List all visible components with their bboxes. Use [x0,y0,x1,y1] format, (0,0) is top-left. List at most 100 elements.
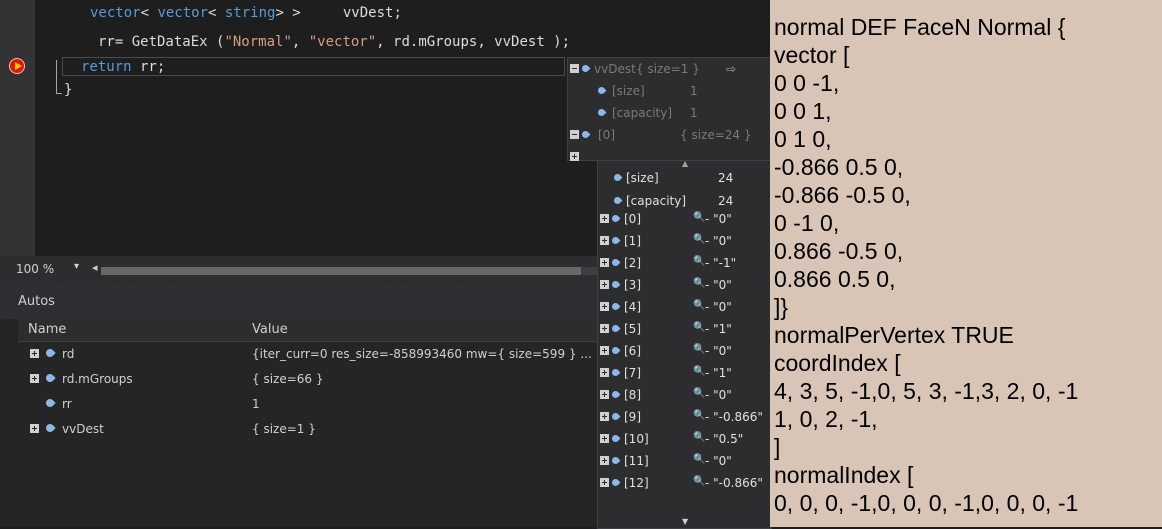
datatip-row[interactable]: [4] 🔍 - "0" [598,297,771,317]
variable-value[interactable]: {iter_curr=0 res_size=-858993460 mw={ si… [252,347,600,361]
datatip-row[interactable]: [capacity] 1 [568,102,771,124]
expand-icon[interactable] [600,302,609,311]
datatip-row[interactable]: vvDest { size=1 } ⇨ [568,58,771,80]
expand-icon[interactable] [600,434,609,443]
column-value[interactable]: Value [252,322,288,337]
datatip-row[interactable]: [9] 🔍 - "-0.866" [598,407,771,427]
datatip-row[interactable]: [12] 🔍 - "-0.866" [598,473,771,493]
magnifier-icon[interactable]: 🔍 [693,388,705,399]
magnifier-icon[interactable]: 🔍 [693,212,705,223]
editor-gutter[interactable] [0,0,35,256]
zoom-level[interactable]: 100 % [16,262,54,276]
code-line[interactable]: } [64,81,72,99]
datatip-value[interactable]: - "0" [705,388,732,402]
expand-icon[interactable] [600,214,609,223]
datatip-row[interactable]: [size] 1 [568,80,771,102]
expand-icon[interactable] [600,324,609,333]
magnifier-icon[interactable]: 🔍 [693,278,705,289]
magnifier-icon[interactable]: 🔍 [693,234,705,245]
magnifier-icon[interactable]: 🔍 [693,432,705,443]
expand-icon[interactable] [570,152,579,161]
variable-value[interactable]: 1 [252,397,600,411]
variable-value[interactable]: { size=66 } [252,372,600,386]
expand-icon[interactable] [600,368,609,377]
scroll-up-icon[interactable]: ▲ [682,161,688,168]
magnifier-icon[interactable]: 🔍 [693,344,705,355]
expand-icon[interactable] [600,346,609,355]
datatip-row[interactable]: [3] 🔍 - "0" [598,275,771,295]
datatip-item-0[interactable]: ▲ [size] 24 [capacity] 24 [0] 🔍 - "0" [1] 🔍… [597,160,772,529]
variable-icon [44,347,56,359]
datatip-value[interactable]: { size=1 } [636,62,700,76]
collapse-icon[interactable] [570,64,579,73]
variable-value[interactable]: { size=1 } [252,422,600,436]
datatip-row[interactable]: [0] { size=24 } [568,124,771,146]
datatip-value[interactable]: - "0" [705,278,732,292]
autos-row[interactable]: rd.mGroups { size=66 } [18,370,600,390]
datatip-row[interactable]: [size] 24 [598,168,771,188]
expand-icon[interactable] [600,478,609,487]
datatip-value[interactable]: - "-0.866" [705,476,763,490]
datatip-value[interactable]: - "0" [705,212,732,226]
magnifier-icon[interactable]: 🔍 [693,300,705,311]
code-line[interactable]: rr= GetDataEx ("Normal", "vector", rd.mG… [98,33,570,51]
expand-icon[interactable] [600,456,609,465]
autos-header[interactable]: Autos [0,283,600,319]
datatip-value[interactable]: { size=24 } [680,128,752,142]
datatip-row[interactable]: [capacity] 24 [598,191,771,211]
scrollbar-thumb[interactable] [101,267,581,275]
magnifier-icon[interactable]: 🔍 [693,256,705,267]
datatip-row[interactable]: [7] 🔍 - "1" [598,363,771,383]
current-statement-line[interactable]: return rr; [62,57,565,76]
expand-icon[interactable] [600,236,609,245]
variable-name: rd.mGroups [62,372,133,386]
scroll-left-icon[interactable]: ◂ [92,261,98,274]
datatip-value[interactable]: - "-1" [705,256,736,270]
expand-icon[interactable] [600,412,609,421]
expand-icon[interactable] [600,390,609,399]
zoom-dropdown-icon[interactable]: ▾ [74,261,79,272]
magnifier-icon[interactable]: 🔍 [693,322,705,333]
datatip-value[interactable]: 24 [718,171,733,185]
autos-row[interactable]: vvDest { size=1 } [18,420,600,440]
expand-icon[interactable] [600,258,609,267]
datatip-value[interactable]: - "0.5" [705,432,743,446]
horizontal-scrollbar[interactable] [101,267,600,275]
scroll-down-icon[interactable]: ▼ [682,517,688,526]
datatip-name: [2] [624,256,641,270]
magnifier-icon[interactable]: 🔍 [693,476,705,487]
magnifier-icon[interactable]: 🔍 [693,366,705,377]
datatip-value[interactable]: - "0" [705,454,732,468]
datatip-value[interactable]: - "1" [705,366,732,380]
expand-icon[interactable] [30,349,39,358]
datatip-row[interactable]: [11] 🔍 - "0" [598,451,771,471]
datatip-value[interactable]: - "-0.866" [705,410,763,424]
datatip-value[interactable]: - "0" [705,300,732,314]
datatip-row[interactable]: [6] 🔍 - "0" [598,341,771,361]
datatip-row[interactable]: [0] 🔍 - "0" [598,209,771,229]
datatip-value[interactable]: - "0" [705,344,732,358]
datatip-value[interactable]: 1 [690,84,698,98]
pin-icon[interactable]: ⇨ [726,62,736,76]
magnifier-icon[interactable]: 🔍 [693,454,705,465]
datatip-vvDest[interactable]: vvDest { size=1 } ⇨ [size] 1 [capacity] … [567,57,772,161]
datatip-value[interactable]: 1 [690,106,698,120]
autos-row[interactable]: rr 1 [18,395,600,415]
autos-row[interactable]: rd {iter_curr=0 res_size=-858993460 mw={… [18,345,600,365]
datatip-value[interactable]: - "0" [705,234,732,248]
datatip-row[interactable]: [2] 🔍 - "-1" [598,253,771,273]
breakpoint-current-statement-icon[interactable] [9,58,25,74]
datatip-value[interactable]: - "1" [705,322,732,336]
datatip-row[interactable]: [10] 🔍 - "0.5" [598,429,771,449]
collapse-icon[interactable] [570,130,579,139]
expand-icon[interactable] [30,424,39,433]
expand-icon[interactable] [30,374,39,383]
datatip-value[interactable]: 24 [718,194,733,208]
column-name[interactable]: Name [28,322,66,337]
datatip-row[interactable]: [8] 🔍 - "0" [598,385,771,405]
datatip-row[interactable]: [1] 🔍 - "0" [598,231,771,251]
datatip-row[interactable]: [5] 🔍 - "1" [598,319,771,339]
magnifier-icon[interactable]: 🔍 [693,410,705,421]
code-line[interactable]: vector< vector< string> > vvDest; [90,4,402,22]
expand-icon[interactable] [600,280,609,289]
